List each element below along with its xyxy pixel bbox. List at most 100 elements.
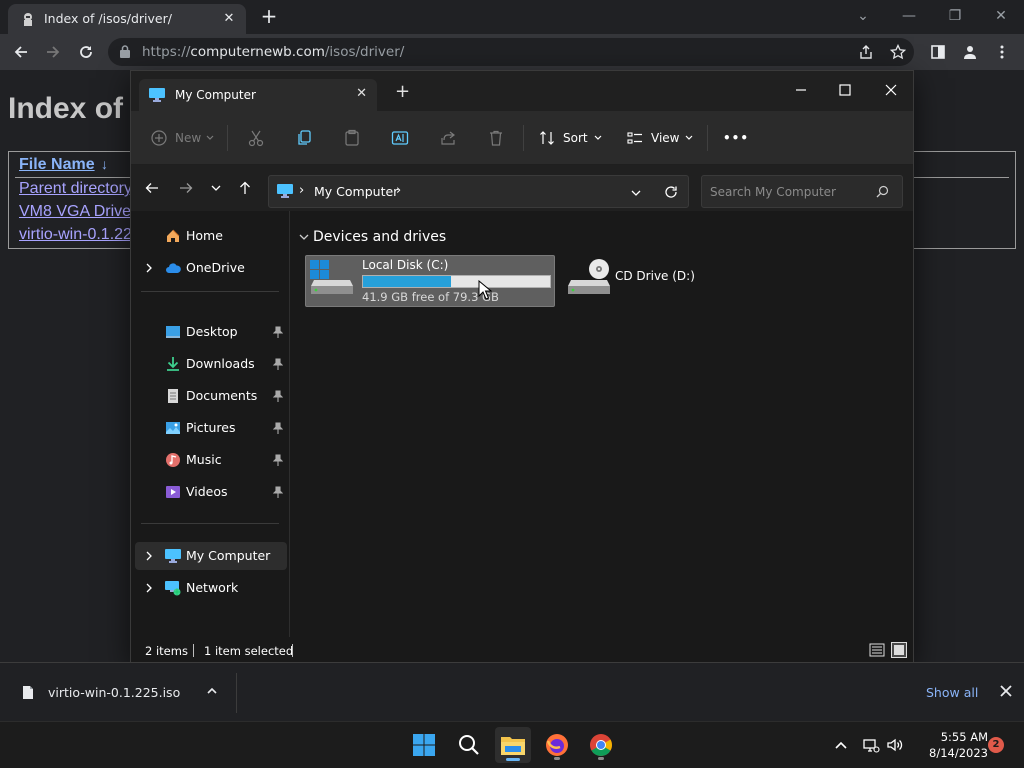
copy-button[interactable]	[295, 125, 313, 151]
sort-button[interactable]: Sort	[539, 125, 602, 151]
chevron-up-icon[interactable]	[206, 687, 218, 695]
pin-icon[interactable]	[273, 454, 283, 466]
pin-icon[interactable]	[273, 422, 283, 434]
drive-d-tile[interactable]: CD Drive (D:)	[563, 255, 695, 307]
new-button[interactable]: New	[151, 125, 214, 151]
breadcrumb-separator[interactable]: ›	[396, 183, 401, 198]
nav-item-network[interactable]: Network	[135, 574, 287, 602]
reload-button[interactable]	[73, 39, 99, 65]
up-button[interactable]	[232, 175, 258, 201]
address-dropdown-icon[interactable]	[631, 189, 641, 197]
drive-d-name: CD Drive (D:)	[615, 269, 695, 283]
cut-button[interactable]	[247, 125, 265, 151]
browser-tab[interactable]: Index of /isos/driver/ ✕	[8, 4, 246, 34]
cd-drive-icon	[568, 259, 610, 294]
chevron-up-icon[interactable]	[832, 736, 850, 754]
explorer-new-tab-button[interactable]: +	[395, 83, 410, 101]
pin-icon[interactable]	[273, 390, 283, 402]
download-shelf: virtio-win-0.1.225.iso Show all	[0, 662, 1024, 721]
side-panel-icon[interactable]	[926, 40, 950, 64]
listing-link[interactable]: VM8 VGA Drive	[19, 203, 131, 221]
pin-icon[interactable]	[273, 486, 283, 498]
nav-item-music[interactable]: Music	[135, 446, 287, 474]
search-placeholder: Search My Computer	[710, 185, 836, 199]
listing-link[interactable]: virtio-win-0.1.22	[19, 226, 132, 244]
back-arrow-icon	[14, 46, 27, 58]
restore-button[interactable]: ❐	[940, 4, 970, 28]
back-button[interactable]	[8, 39, 34, 65]
address-box[interactable]: › My Computer ›	[268, 175, 689, 208]
new-tab-button[interactable]: +	[258, 6, 280, 28]
close-window-button[interactable]: ✕	[986, 4, 1016, 28]
chevron-down-icon[interactable]	[299, 233, 309, 241]
file-icon	[23, 686, 33, 699]
nav-item-pictures[interactable]: Pictures	[135, 414, 287, 442]
chevron-down-icon	[594, 135, 602, 140]
paste-button[interactable]	[343, 125, 361, 151]
share-button[interactable]	[439, 125, 457, 151]
breadcrumb-my-computer[interactable]: My Computer	[314, 184, 398, 199]
nav-label: Downloads	[186, 356, 255, 371]
close-icon[interactable]	[998, 683, 1014, 699]
nav-item-my-computer[interactable]: My Computer	[135, 542, 287, 570]
start-button[interactable]	[406, 727, 442, 763]
sort-arrow-icon[interactable]: ↓	[101, 156, 108, 172]
column-header-file-name[interactable]: File Name	[19, 156, 95, 174]
minimize-button[interactable]: —	[894, 4, 924, 28]
more-options-button[interactable]: •••	[723, 125, 749, 151]
recent-locations-button[interactable]	[203, 175, 229, 201]
browser-menu-icon[interactable]	[990, 40, 1014, 64]
search-button[interactable]	[451, 727, 487, 763]
system-clock[interactable]: 5:55 AM 8/14/2023	[912, 729, 988, 761]
explorer-forward-button[interactable]	[173, 175, 199, 201]
notification-badge[interactable]: 2	[988, 737, 1004, 753]
nav-item-home[interactable]: Home	[135, 222, 287, 250]
view-button[interactable]: View	[627, 125, 693, 151]
show-all-button[interactable]: Show all	[926, 685, 978, 700]
pin-icon[interactable]	[273, 358, 283, 370]
address-bar[interactable]: https://computernewb.com/isos/driver/	[108, 38, 914, 66]
chevron-right-icon[interactable]	[144, 549, 154, 563]
pin-icon[interactable]	[273, 326, 283, 338]
firefox-taskbar-button[interactable]	[539, 727, 575, 763]
tab-close-icon[interactable]: ✕	[220, 10, 238, 28]
nav-item-downloads[interactable]: Downloads	[135, 350, 287, 378]
delete-button[interactable]	[487, 125, 505, 151]
explorer-minimize-button[interactable]	[781, 75, 821, 105]
up-arrow-icon	[240, 181, 250, 194]
explorer-tab-close-icon[interactable]: ✕	[356, 86, 367, 101]
home-icon	[167, 229, 180, 242]
explorer-close-button[interactable]	[871, 75, 911, 105]
details-view-icon[interactable]	[869, 643, 885, 657]
profile-icon[interactable]	[958, 40, 982, 64]
network-tray-icon[interactable]	[862, 736, 880, 754]
chrome-taskbar-button[interactable]	[583, 727, 619, 763]
chevron-right-icon[interactable]	[144, 581, 154, 595]
nav-item-videos[interactable]: Videos	[135, 478, 287, 506]
refresh-icon[interactable]	[664, 185, 678, 199]
rename-button[interactable]	[391, 125, 409, 151]
explorer-tab[interactable]: My Computer ✕	[139, 79, 377, 111]
explorer-maximize-button[interactable]	[825, 75, 865, 105]
volume-icon[interactable]	[886, 736, 904, 754]
forward-button[interactable]	[40, 39, 66, 65]
nav-item-documents[interactable]: Documents	[135, 382, 287, 410]
lock-icon[interactable]	[120, 45, 130, 58]
download-file-name[interactable]: virtio-win-0.1.225.iso	[48, 685, 180, 700]
pane-splitter[interactable]	[289, 211, 290, 637]
file-explorer-taskbar-button[interactable]	[495, 727, 531, 763]
drive-c-tile[interactable]: Local Disk (C:) 41.9 GB free of 79.3 GB	[305, 255, 555, 307]
tab-search-icon[interactable]: ⌄	[848, 4, 878, 28]
tiles-view-icon[interactable]	[891, 642, 907, 658]
share-icon[interactable]	[854, 40, 878, 64]
nav-item-onedrive[interactable]: OneDrive	[135, 254, 287, 282]
chevron-right-icon[interactable]	[144, 261, 154, 275]
nav-item-desktop[interactable]: Desktop	[135, 318, 287, 346]
bookmark-star-icon[interactable]	[886, 40, 910, 64]
group-header[interactable]: Devices and drives	[313, 229, 446, 245]
listing-link[interactable]: Parent directory	[19, 180, 132, 198]
reload-icon	[80, 46, 92, 58]
search-box[interactable]: Search My Computer	[701, 175, 903, 208]
explorer-back-button[interactable]	[139, 175, 165, 201]
breadcrumb-separator[interactable]: ›	[299, 183, 304, 198]
